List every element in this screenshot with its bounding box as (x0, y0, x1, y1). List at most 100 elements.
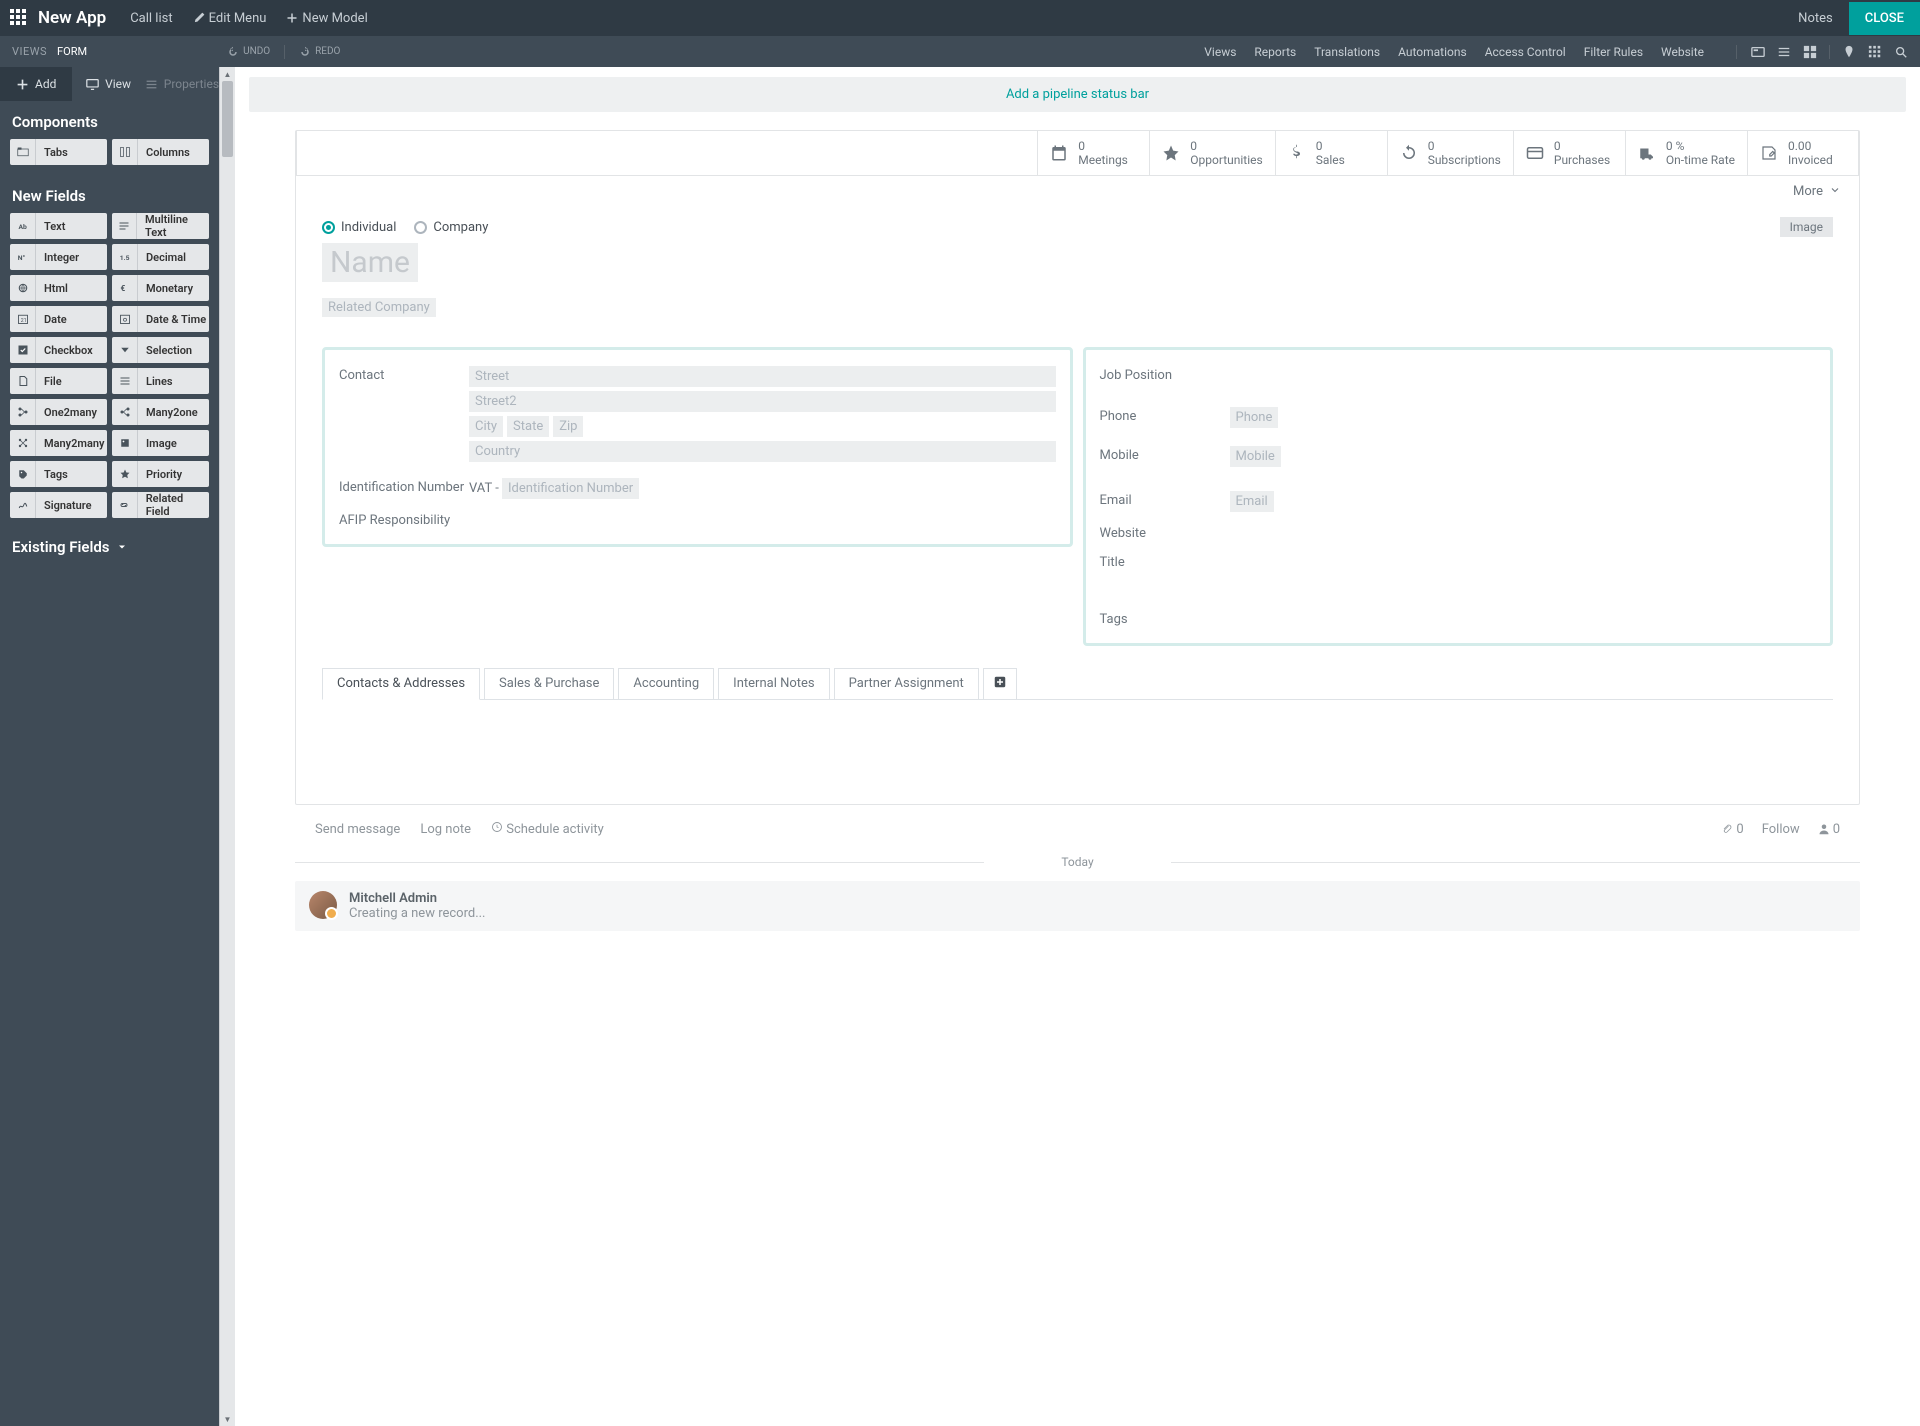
field-many2many[interactable]: Many2many (10, 430, 107, 456)
star-icon (1162, 144, 1180, 162)
view-switcher (1736, 45, 1908, 59)
map-marker-icon[interactable] (1842, 45, 1856, 59)
field-lines[interactable]: Lines (112, 368, 209, 394)
subbar-link-automations[interactable]: Automations (1398, 45, 1467, 59)
related-company-input[interactable]: Related Company (322, 298, 436, 317)
field-related-field[interactable]: Related Field (112, 492, 209, 518)
field-checkbox[interactable]: Checkbox (10, 337, 107, 363)
radio-company[interactable]: Company (414, 220, 488, 235)
subbar-link-reports[interactable]: Reports (1254, 45, 1296, 59)
sidebar-tab-view[interactable]: View (72, 67, 144, 101)
field-type-icon (17, 437, 29, 449)
form-view-icon[interactable] (1751, 45, 1765, 59)
component-columns[interactable]: Columns (112, 139, 209, 165)
stat-sales[interactable]: 0Sales (1275, 131, 1387, 176)
tab-add-new[interactable] (983, 668, 1017, 700)
scroll-down-icon[interactable]: ▼ (220, 1412, 235, 1426)
field-many2one[interactable]: Many2one (112, 399, 209, 425)
phone-input[interactable]: Phone (1230, 407, 1279, 428)
stat-opportunities[interactable]: 0Opportunities (1149, 131, 1274, 176)
stat-subscriptions[interactable]: 0Subscriptions (1387, 131, 1513, 176)
log-note-button[interactable]: Log note (420, 822, 471, 837)
components-title: Components (0, 101, 219, 139)
field-file[interactable]: File (10, 368, 107, 394)
field-date[interactable]: 21Date (10, 306, 107, 332)
svg-text:€: € (120, 284, 125, 294)
scroll-up-icon[interactable]: ▲ (220, 67, 235, 81)
subbar-link-website[interactable]: Website (1661, 45, 1704, 59)
subbar-link-access-control[interactable]: Access Control (1485, 45, 1566, 59)
field-tags[interactable]: Tags (10, 461, 107, 487)
sidebar-scrollbar[interactable]: ▲ ▼ (219, 67, 235, 1426)
field-selection[interactable]: Selection (112, 337, 209, 363)
form-breadcrumb[interactable]: FORM (57, 45, 87, 58)
field-priority[interactable]: Priority (112, 461, 209, 487)
city-input[interactable]: City (469, 416, 503, 437)
attachments-button[interactable]: 0 (1721, 822, 1743, 837)
subbar-link-filter-rules[interactable]: Filter Rules (1584, 45, 1643, 59)
radio-individual[interactable]: Individual (322, 220, 396, 235)
menu-edit-menu[interactable]: Edit Menu (193, 11, 267, 26)
kanban-view-icon[interactable] (1803, 45, 1817, 59)
tab-partner-assignment[interactable]: Partner Assignment (834, 668, 979, 700)
sidebar-tab-properties[interactable]: Properties (145, 67, 219, 101)
tab-accounting[interactable]: Accounting (618, 668, 714, 700)
field-type-icon: 21 (17, 313, 29, 325)
stat-meetings[interactable]: 0Meetings (1037, 131, 1149, 176)
tab-contacts-addresses[interactable]: Contacts & Addresses (322, 668, 480, 700)
stat-invoiced[interactable]: 0.00Invoiced (1747, 131, 1859, 176)
field-one2many[interactable]: One2many (10, 399, 107, 425)
mobile-input[interactable]: Mobile (1230, 446, 1281, 467)
send-message-button[interactable]: Send message (315, 822, 400, 837)
subbar-link-translations[interactable]: Translations (1314, 45, 1380, 59)
svg-text:Ab: Ab (18, 223, 27, 231)
follow-button[interactable]: Follow (1762, 822, 1800, 837)
vat-input[interactable]: Identification Number (502, 478, 639, 499)
tab-sales-purchase[interactable]: Sales & Purchase (484, 668, 614, 700)
country-input[interactable]: Country (469, 441, 1056, 462)
image-placeholder[interactable]: Image (1780, 217, 1833, 237)
vat-prefix: VAT - (469, 481, 502, 496)
search-icon[interactable] (1894, 45, 1908, 59)
sidebar-tab-add[interactable]: Add (0, 67, 72, 101)
subbar-link-views[interactable]: Views (1204, 45, 1236, 59)
tab-internal-notes[interactable]: Internal Notes (718, 668, 829, 700)
notes-button[interactable]: Notes (1798, 11, 1833, 26)
schedule-activity-button[interactable]: Schedule activity (491, 821, 604, 837)
scroll-thumb[interactable] (222, 81, 233, 157)
redo-icon (299, 46, 311, 58)
street-input[interactable]: Street (469, 366, 1056, 387)
component-tabs[interactable]: Tabs (10, 139, 107, 165)
redo-button[interactable]: REDO (299, 46, 340, 58)
email-input[interactable]: Email (1230, 491, 1274, 512)
stat-ontime-rate[interactable]: 0 %On-time Rate (1625, 131, 1747, 176)
add-pipeline-status-bar[interactable]: Add a pipeline status bar (249, 77, 1906, 112)
grid-small-icon[interactable] (1868, 45, 1882, 59)
zip-input[interactable]: Zip (553, 416, 583, 437)
undo-button[interactable]: UNDO (227, 46, 270, 58)
name-input[interactable]: Name (322, 243, 418, 282)
menu-call-list[interactable]: Call list (130, 11, 172, 26)
apps-launcher-icon[interactable] (10, 9, 28, 27)
field-decimal[interactable]: 1.5Decimal (112, 244, 209, 270)
field-integer[interactable]: N°Integer (10, 244, 107, 270)
menu-new-model[interactable]: New Model (286, 11, 367, 26)
more-dropdown[interactable]: More (296, 176, 1859, 207)
followers-button[interactable]: 0 (1818, 822, 1840, 837)
existing-fields-toggle[interactable]: Existing Fields (0, 528, 219, 566)
field-text[interactable]: AbText (10, 213, 107, 239)
stat-purchases[interactable]: 0Purchases (1513, 131, 1625, 176)
list-view-icon[interactable] (1777, 45, 1791, 59)
field-date-time[interactable]: Date & Time (112, 306, 209, 332)
field-signature[interactable]: Signature (10, 492, 107, 518)
field-monetary[interactable]: €Monetary (112, 275, 209, 301)
state-input[interactable]: State (507, 416, 549, 437)
field-image[interactable]: Image (112, 430, 209, 456)
field-html[interactable]: Html (10, 275, 107, 301)
field-type-icon (17, 282, 29, 294)
close-button[interactable]: CLOSE (1849, 2, 1920, 35)
credit-card-icon (1526, 144, 1544, 162)
street2-input[interactable]: Street2 (469, 391, 1056, 412)
field-type-icon: € (119, 282, 131, 294)
field-multiline-text[interactable]: Multiline Text (112, 213, 209, 239)
